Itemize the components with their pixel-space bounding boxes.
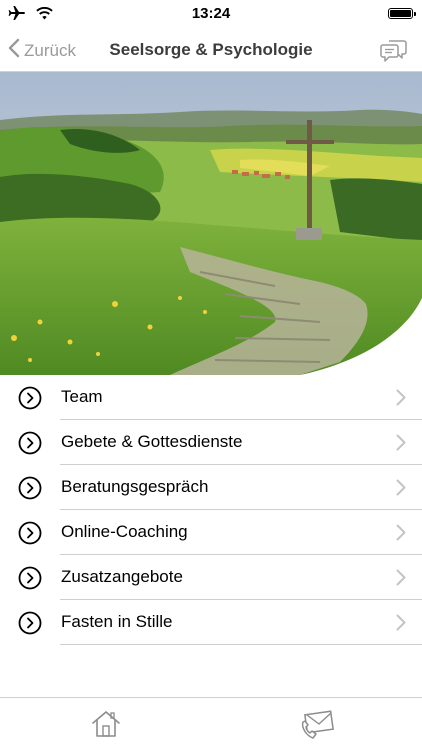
menu-item-beratung[interactable]: Beratungsgespräch (0, 465, 422, 510)
circle-chevron-right-icon (18, 476, 42, 505)
menu-list: Team Gebete & Gottesdienste Beratungsges… (0, 375, 422, 645)
navigation-bar: Zurück Seelsorge & Psychologie (0, 28, 422, 72)
menu-item-label: Zusatzangebote (61, 567, 183, 586)
menu-item-team[interactable]: Team (0, 375, 422, 420)
menu-item-label: Team (61, 387, 103, 406)
circle-chevron-right-icon (18, 611, 42, 640)
hero-landscape-image (0, 72, 422, 375)
circle-chevron-right-icon (18, 566, 42, 595)
chevron-right-icon (396, 569, 406, 591)
menu-item-zusatzangebote[interactable]: Zusatzangebote (0, 555, 422, 600)
battery-icon (388, 8, 416, 19)
tab-bar (0, 697, 422, 750)
battery-level (390, 10, 411, 17)
chevron-right-icon (396, 434, 406, 456)
chevron-right-icon (396, 614, 406, 636)
menu-item-gebete[interactable]: Gebete & Gottesdienste (0, 420, 422, 465)
page-title: Seelsorge & Psychologie (109, 40, 313, 59)
circle-chevron-right-icon (18, 386, 42, 415)
menu-item-online-coaching[interactable]: Online-Coaching (0, 510, 422, 555)
menu-item-label: Gebete & Gottesdienste (61, 432, 243, 451)
phone-mail-icon[interactable] (300, 708, 334, 745)
chat-bubbles-icon[interactable] (380, 37, 408, 68)
menu-item-label: Beratungsgespräch (61, 477, 209, 496)
chevron-right-icon (396, 389, 406, 411)
chevron-right-icon (396, 524, 406, 546)
circle-chevron-right-icon (18, 521, 42, 550)
home-icon[interactable] (90, 709, 122, 744)
status-time: 13:24 (191, 5, 231, 22)
menu-item-fasten[interactable]: Fasten in Stille (0, 600, 422, 645)
menu-item-label: Online-Coaching (61, 522, 188, 541)
menu-item-label: Fasten in Stille (61, 612, 173, 631)
circle-chevron-right-icon (18, 431, 42, 460)
chevron-right-icon (396, 479, 406, 501)
status-bar: 13:24 (0, 0, 422, 28)
